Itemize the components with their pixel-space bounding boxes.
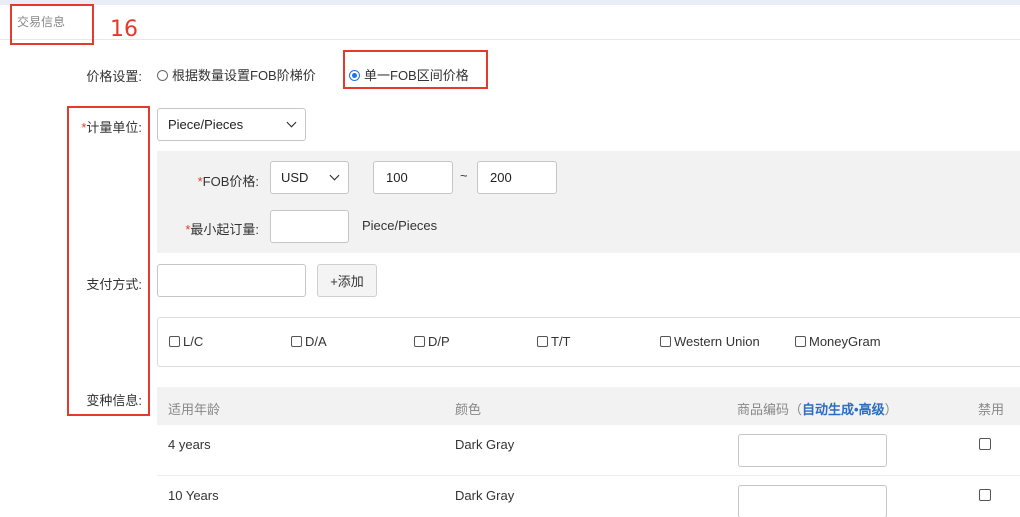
checkbox-moneygram[interactable] <box>795 336 806 347</box>
disable-checkbox[interactable] <box>979 438 991 450</box>
product-code-input[interactable] <box>738 485 887 517</box>
payment-options-box: L/C D/A D/P T/T Western Union MoneyGram <box>157 317 1020 367</box>
payment-option-label: D/P <box>428 334 450 349</box>
product-code-input[interactable] <box>738 434 887 467</box>
annotation-number: 16 <box>110 17 138 42</box>
table-row: 10 Years Dark Gray <box>157 476 1020 517</box>
section-divider <box>0 39 1020 40</box>
moq-input[interactable] <box>270 210 349 243</box>
payment-option-tt[interactable]: T/T <box>537 334 571 349</box>
advanced-link[interactable]: 高级 <box>859 402 885 417</box>
row-color: Dark Gray <box>455 437 515 452</box>
fob-min-input[interactable]: 100 <box>373 161 453 194</box>
header-age: 适用年龄 <box>168 402 221 417</box>
payment-option-label: Western Union <box>674 334 760 349</box>
payment-option-label: MoneyGram <box>809 334 881 349</box>
payment-input[interactable] <box>157 264 306 297</box>
fob-label: *FOB价格: <box>180 171 259 190</box>
chevron-down-icon <box>329 170 340 181</box>
row-age: 4 years <box>168 437 211 452</box>
annotation-box-section-title <box>10 4 94 45</box>
checkbox-dp[interactable] <box>414 336 425 347</box>
unit-select[interactable]: Piece/Pieces <box>157 108 306 141</box>
payment-option-lc[interactable]: L/C <box>169 334 203 349</box>
table-row: 4 years Dark Gray <box>157 425 1020 476</box>
radio-tiered[interactable] <box>157 70 168 81</box>
checkbox-lc[interactable] <box>169 336 180 347</box>
add-payment-button[interactable]: +添加 <box>317 264 377 297</box>
currency-select[interactable]: USD <box>270 161 349 194</box>
range-separator: ~ <box>460 168 468 183</box>
row-color: Dark Gray <box>455 488 515 503</box>
moq-label: *最小起订量: <box>170 219 259 238</box>
row-age: 10 Years <box>168 488 219 503</box>
chevron-down-icon <box>286 117 297 128</box>
fob-label-text: FOB价格: <box>202 174 259 189</box>
payment-option-dp[interactable]: D/P <box>414 334 450 349</box>
annotation-box-labels <box>67 106 150 416</box>
header-code: 商品编码（自动生成•高级） <box>737 399 898 418</box>
price-setting-label: 价格设置: <box>86 69 142 84</box>
payment-option-da[interactable]: D/A <box>291 334 327 349</box>
header-color: 颜色 <box>455 402 482 417</box>
payment-option-label: L/C <box>183 334 204 349</box>
header-code-close: ） <box>884 402 898 417</box>
disable-checkbox[interactable] <box>979 489 991 501</box>
moq-label-text: 最小起订量: <box>190 222 259 237</box>
auto-generate-link[interactable]: 自动生成 <box>802 402 854 417</box>
price-option-tiered[interactable]: 根据数量设置FOB阶梯价 <box>157 65 316 84</box>
payment-option-label: T/T <box>551 334 571 349</box>
variants-table-header: 适用年龄 颜色 商品编码（自动生成•高级） 禁用 <box>157 387 1020 425</box>
price-option-tiered-label: 根据数量设置FOB阶梯价 <box>172 68 316 83</box>
header-code-text: 商品编码 <box>737 402 790 417</box>
checkbox-western-union[interactable] <box>660 336 671 347</box>
payment-option-label: D/A <box>305 334 327 349</box>
checkbox-da[interactable] <box>291 336 302 347</box>
payment-option-western-union[interactable]: Western Union <box>660 334 760 349</box>
payment-option-moneygram[interactable]: MoneyGram <box>795 334 881 349</box>
currency-select-value: USD <box>281 170 309 185</box>
fob-max-input[interactable]: 200 <box>477 161 557 194</box>
annotation-box-single-price <box>343 50 488 89</box>
unit-select-value: Piece/Pieces <box>168 117 244 132</box>
header-disable: 禁用 <box>978 402 1005 417</box>
top-strip <box>0 0 1020 5</box>
moq-unit: Piece/Pieces <box>362 218 438 233</box>
header-code-open: （ <box>789 402 803 417</box>
checkbox-tt[interactable] <box>537 336 548 347</box>
